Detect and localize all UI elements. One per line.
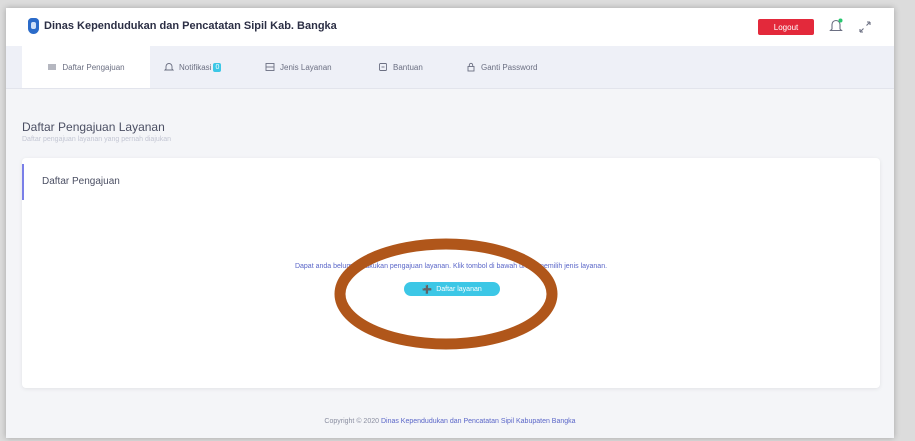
nav-tab-ganti-password[interactable]: Ganti Password <box>466 46 537 88</box>
copyright-text: Copyright © 2020 <box>324 418 379 425</box>
empty-state-message: Dapat anda belum melakukan pengajuan lay… <box>294 263 608 270</box>
daftar-layanan-label: Daftar layanan <box>436 285 482 293</box>
plus-icon: ➕ <box>422 284 433 294</box>
nav-tab-bantuan[interactable]: Bantuan <box>378 46 423 88</box>
daftar-layanan-button[interactable]: ➕ Daftar layanan <box>404 282 500 296</box>
nav-tab-jenis-layanan[interactable]: Jenis Layanan <box>265 46 332 88</box>
nav-tab-notifikasi[interactable]: Notifikasi 0 <box>164 46 222 88</box>
nav-tab-label: Notifikasi <box>179 62 212 72</box>
footer: Copyright © 2020 Dinas Kependudukan dan … <box>6 418 894 425</box>
top-header: Dinas Kependudukan dan Pencatatan Sipil … <box>6 8 894 46</box>
card-header: Daftar Pengajuan <box>22 164 882 200</box>
grid-icon <box>265 63 275 71</box>
submission-card: Daftar Pengajuan Dapat anda belum melaku… <box>22 158 880 388</box>
nav-tab-label: Ganti Password <box>481 62 538 72</box>
logout-button[interactable]: Logout <box>758 19 814 35</box>
list-icon <box>48 64 57 70</box>
nav-tab-label: Bantuan <box>393 62 423 72</box>
footer-agency-link[interactable]: Dinas Kependudukan dan Pencatatan Sipil … <box>381 418 576 425</box>
nav-tab-label: Jenis Layanan <box>280 62 332 72</box>
main-nav: Daftar Pengajuan Notifikasi 0 Jenis Laya… <box>6 46 894 89</box>
app-logo-icon <box>28 18 39 34</box>
app-window: Dinas Kependudukan dan Pencatatan Sipil … <box>6 8 894 438</box>
help-icon <box>379 63 387 71</box>
fullscreen-icon[interactable] <box>858 20 872 34</box>
nav-tab-label: Daftar Pengajuan <box>62 62 125 72</box>
bell-icon <box>164 63 174 71</box>
nav-tab-daftar-pengajuan[interactable]: Daftar Pengajuan <box>22 46 150 88</box>
notification-count-badge: 0 <box>213 62 222 72</box>
page-subtitle: Daftar pengajuan layanan yang pernah dia… <box>22 136 172 143</box>
lock-icon <box>467 62 475 72</box>
app-title: Dinas Kependudukan dan Pencatatan Sipil … <box>44 20 337 32</box>
page-title: Daftar Pengajuan Layanan <box>22 120 165 134</box>
card-title: Daftar Pengajuan <box>42 176 120 187</box>
notification-bell-icon[interactable] <box>829 18 843 34</box>
